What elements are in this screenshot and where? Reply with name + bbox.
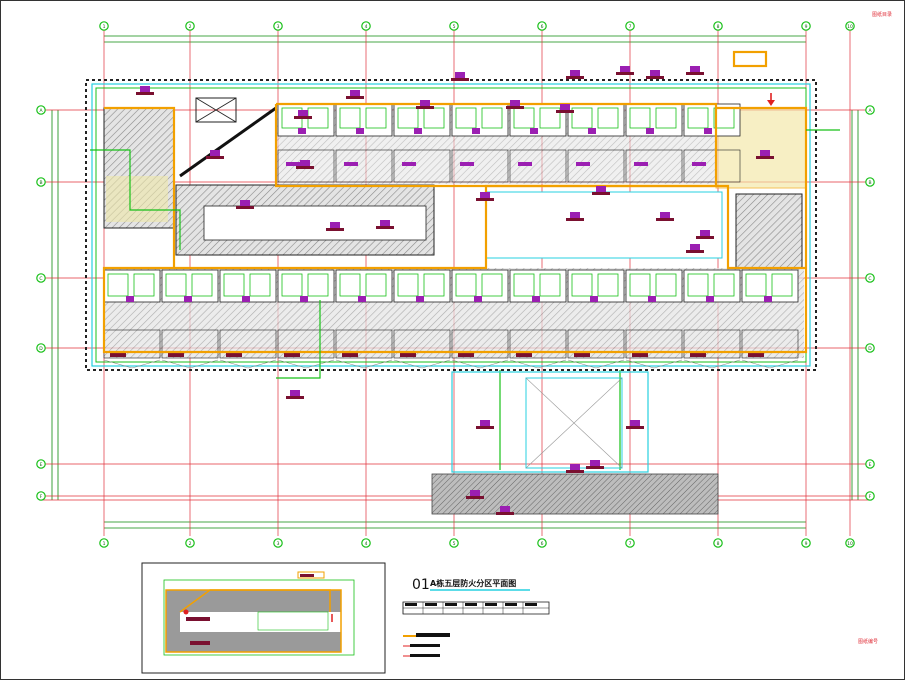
axis-bubble-right: B (865, 177, 875, 187)
svg-text:5: 5 (453, 541, 456, 547)
room-label-tag (346, 90, 364, 99)
svg-text:F: F (869, 494, 872, 500)
key-plan-inset (141, 562, 386, 674)
room-label-tag (286, 390, 304, 399)
axis-bubble-bottom: 1 (99, 538, 109, 548)
svg-text:8: 8 (717, 541, 720, 547)
svg-text:2: 2 (189, 541, 192, 547)
title-block: 01 A栋五层防火分区平面图 (402, 577, 550, 657)
floor-plan-drawing: 1 2 3 4 5 6 7 8 9 101 2 3 4 5 6 7 8 9 10ABCDEFABCDEF (0, 0, 905, 680)
sheet-tag-top: 图纸目录 (872, 11, 892, 18)
axis-bubble-left: F (36, 491, 46, 501)
drawing-number: 01 (412, 577, 430, 593)
svg-text:1: 1 (103, 541, 106, 547)
svg-text:5: 5 (453, 24, 456, 30)
svg-text:C: C (39, 276, 42, 282)
room-label-tag (646, 70, 664, 79)
svg-text:9: 9 (805, 24, 808, 30)
axis-bubble-bottom: 2 (185, 538, 195, 548)
axis-bubble-bottom: 4 (361, 538, 371, 548)
svg-text:10: 10 (847, 541, 853, 547)
svg-text:10: 10 (847, 24, 853, 30)
svg-text:4: 4 (365, 24, 368, 30)
svg-text:B: B (39, 180, 42, 186)
axis-bubble-bottom: 8 (713, 538, 723, 548)
atrium-void (203, 205, 427, 241)
axis-bubble-bottom: 7 (625, 538, 635, 548)
svg-text:B: B (868, 180, 871, 186)
svg-text:3: 3 (277, 24, 280, 30)
axis-bubble-right: A (865, 105, 875, 115)
axis-bubble-top: 2 (185, 21, 195, 31)
room-label-tag (566, 70, 584, 79)
sheet-tag-bottom: 图纸编号 (858, 638, 878, 645)
svg-text:6: 6 (541, 24, 544, 30)
axis-bubble-right: F (865, 491, 875, 501)
axis-bubble-top: 8 (713, 21, 723, 31)
room-label-tag (686, 66, 704, 75)
axis-bubble-left: B (36, 177, 46, 187)
svg-text:7: 7 (629, 24, 632, 30)
room-label-tag (136, 86, 154, 95)
svg-text:D: D (39, 346, 43, 352)
room-label-tag (586, 460, 604, 469)
axis-bubble-left: D (36, 343, 46, 353)
axis-bubble-top: 3 (273, 21, 283, 31)
svg-text:2: 2 (189, 24, 192, 30)
svg-text:3: 3 (277, 541, 280, 547)
axis-bubble-right: D (865, 343, 875, 353)
diagonal-wall (179, 106, 277, 178)
axis-bubble-top: 5 (449, 21, 459, 31)
stair-core-east (735, 193, 803, 269)
svg-text:1: 1 (103, 24, 106, 30)
axis-bubble-top: 9 (801, 21, 811, 31)
svg-text:6: 6 (541, 541, 544, 547)
axis-bubble-bottom: 6 (537, 538, 547, 548)
red-arrow-icon (767, 93, 775, 106)
drawing-title: A栋五层防火分区平面图 (430, 578, 516, 588)
axis-bubble-left: E (36, 459, 46, 469)
axis-bubble-top: 4 (361, 21, 371, 31)
room-label-tag (626, 420, 644, 429)
svg-text:8: 8 (717, 24, 720, 30)
axis-bubble-bottom: 5 (449, 538, 459, 548)
svg-text:7: 7 (629, 541, 632, 547)
lobby-west (106, 176, 168, 222)
axis-bubble-left: A (36, 105, 46, 115)
axis-bubble-bottom: 10 (845, 538, 855, 548)
svg-text:E: E (40, 462, 43, 468)
axis-bubble-bottom: 9 (801, 538, 811, 548)
room-label-tag (476, 420, 494, 429)
axis-bubble-right: E (865, 459, 875, 469)
room-label-tag (592, 186, 610, 195)
axis-bubble-top: 10 (845, 21, 855, 31)
axis-bubble-bottom: 3 (273, 538, 283, 548)
axis-bubble-top: 7 (625, 21, 635, 31)
room-label-tag (616, 66, 634, 75)
svg-text:F: F (40, 494, 43, 500)
svg-text:E: E (869, 462, 872, 468)
svg-text:4: 4 (365, 541, 368, 547)
svg-text:9: 9 (805, 541, 808, 547)
svg-text:C: C (868, 276, 871, 282)
axis-bubble-right: C (865, 273, 875, 283)
courtyard (485, 191, 723, 259)
svg-text:D: D (868, 346, 872, 352)
axis-bubble-top: 1 (99, 21, 109, 31)
axis-bubble-left: C (36, 273, 46, 283)
axis-bubble-top: 6 (537, 21, 547, 31)
